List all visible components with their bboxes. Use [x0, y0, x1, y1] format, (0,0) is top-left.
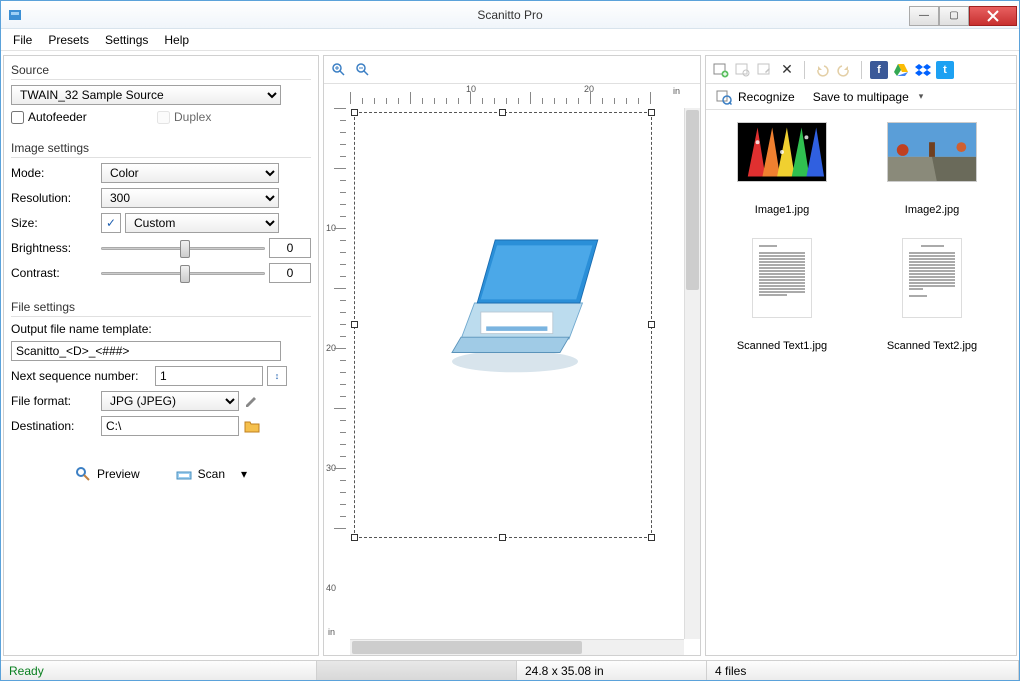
- close-button[interactable]: [969, 6, 1017, 26]
- thumbnail-label: Scanned Text2.jpg: [887, 340, 977, 368]
- chevron-down-icon[interactable]: ▾: [241, 467, 247, 481]
- destination-label: Destination:: [11, 419, 97, 433]
- format-select[interactable]: JPG (JPEG): [101, 391, 239, 411]
- thumbnail-item[interactable]: Image2.jpg: [862, 122, 1002, 232]
- template-label: Output file name template:: [11, 322, 152, 336]
- scan-area[interactable]: [354, 112, 652, 538]
- search-image-icon: [734, 61, 752, 79]
- status-progress: [317, 661, 517, 680]
- menu-settings[interactable]: Settings: [97, 31, 156, 49]
- image-settings-group: Image settings Mode: Color Resolution: 3…: [10, 140, 312, 289]
- source-label: Source: [11, 63, 311, 80]
- magnifier-icon: [75, 466, 91, 482]
- file-settings-label: File settings: [11, 300, 311, 317]
- thumbnail-item[interactable]: Image1.jpg: [712, 122, 852, 232]
- google-drive-icon[interactable]: [892, 61, 910, 79]
- twitter-icon[interactable]: t: [936, 61, 954, 79]
- thumbnail-item[interactable]: Scanned Text2.jpg: [862, 238, 1002, 368]
- preview-button[interactable]: Preview: [67, 462, 148, 486]
- sequence-label: Next sequence number:: [11, 369, 151, 383]
- scanner-icon: [176, 466, 192, 482]
- status-file-count: 4 files: [707, 661, 1019, 680]
- contrast-label: Contrast:: [11, 266, 97, 280]
- mode-label: Mode:: [11, 166, 97, 180]
- thumbnail-image: [737, 122, 827, 182]
- resolution-select[interactable]: 300: [101, 188, 279, 208]
- horizontal-ruler: 10 20 in: [350, 84, 684, 108]
- dropbox-icon[interactable]: [914, 61, 932, 79]
- app-icon: [7, 7, 23, 23]
- menu-help[interactable]: Help: [156, 31, 197, 49]
- files-panel: ✕ f t Recognize Save to multipage: [705, 55, 1017, 656]
- thumbnail-image: [887, 122, 977, 182]
- brightness-slider[interactable]: [101, 238, 265, 258]
- status-dimensions: 24.8 x 35.08 in: [517, 661, 707, 680]
- thumbnail-list: Image1.jpg Image2.jpg Scanned Text1.jpg: [706, 110, 1016, 655]
- sequence-spinner[interactable]: ↕: [267, 366, 287, 386]
- mode-select[interactable]: Color: [101, 163, 279, 183]
- thumbnail-image: [752, 238, 812, 318]
- image-settings-label: Image settings: [11, 141, 311, 158]
- zoom-out-icon[interactable]: [354, 61, 372, 79]
- settings-panel: Source TWAIN_32 Sample Source Autofeeder…: [3, 55, 319, 656]
- contrast-slider[interactable]: [101, 263, 265, 283]
- add-image-icon[interactable]: [712, 61, 730, 79]
- menu-presets[interactable]: Presets: [40, 31, 97, 49]
- delete-icon[interactable]: ✕: [778, 61, 796, 79]
- redo-icon: [835, 61, 853, 79]
- ocr-icon: [716, 89, 732, 105]
- duplex-checkbox: Duplex: [157, 110, 243, 124]
- brightness-label: Brightness:: [11, 241, 97, 255]
- recognize-button[interactable]: Recognize: [712, 87, 799, 107]
- brightness-value[interactable]: [269, 238, 311, 258]
- size-label: Size:: [11, 216, 97, 230]
- size-select[interactable]: Custom: [125, 213, 279, 233]
- sequence-input[interactable]: [155, 366, 263, 386]
- status-bar: Ready 24.8 x 35.08 in 4 files: [1, 660, 1019, 680]
- undo-icon: [813, 61, 831, 79]
- destination-input[interactable]: [101, 416, 239, 436]
- format-settings-icon[interactable]: [243, 392, 261, 410]
- facebook-icon[interactable]: f: [870, 61, 888, 79]
- filename-template-input[interactable]: [11, 341, 281, 361]
- maximize-button[interactable]: ▢: [939, 6, 969, 26]
- scan-button[interactable]: Scan ▾: [168, 462, 255, 486]
- minimize-button[interactable]: —: [909, 6, 939, 26]
- edit-image-icon: [756, 61, 774, 79]
- status-ready: Ready: [1, 661, 317, 680]
- window-title: Scanitto Pro: [477, 8, 542, 22]
- source-group: Source TWAIN_32 Sample Source Autofeeder…: [10, 62, 312, 130]
- preview-panel: 10 20 in 10 20 30 40 in: [323, 55, 701, 656]
- zoom-in-icon[interactable]: [330, 61, 348, 79]
- thumbnail-label: Image2.jpg: [905, 204, 959, 232]
- thumbnail-image: [902, 238, 962, 318]
- contrast-value[interactable]: [269, 263, 311, 283]
- menu-file[interactable]: File: [5, 31, 40, 49]
- size-lock-checkbox[interactable]: ✓: [101, 213, 121, 233]
- format-label: File format:: [11, 394, 97, 408]
- title-bar: Scanitto Pro — ▢: [1, 1, 1019, 29]
- preview-canvas[interactable]: 10 20 in 10 20 30 40 in: [324, 84, 700, 655]
- thumbnail-label: Scanned Text1.jpg: [737, 340, 827, 368]
- horizontal-scrollbar[interactable]: [350, 639, 684, 655]
- resolution-label: Resolution:: [11, 191, 97, 205]
- autofeeder-checkbox[interactable]: Autofeeder: [11, 110, 97, 124]
- source-select[interactable]: TWAIN_32 Sample Source: [11, 85, 281, 105]
- file-settings-group: File settings Output file name template:…: [10, 299, 312, 442]
- scanner-preview-image: [425, 213, 605, 393]
- browse-folder-icon[interactable]: [243, 417, 261, 435]
- menu-bar: File Presets Settings Help: [1, 29, 1019, 51]
- thumbnail-item[interactable]: Scanned Text1.jpg: [712, 238, 852, 368]
- vertical-scrollbar[interactable]: [684, 108, 700, 639]
- thumbnail-label: Image1.jpg: [755, 204, 809, 232]
- save-multipage-button[interactable]: Save to multipage: [809, 88, 928, 106]
- vertical-ruler: 10 20 30 40 in: [324, 108, 350, 639]
